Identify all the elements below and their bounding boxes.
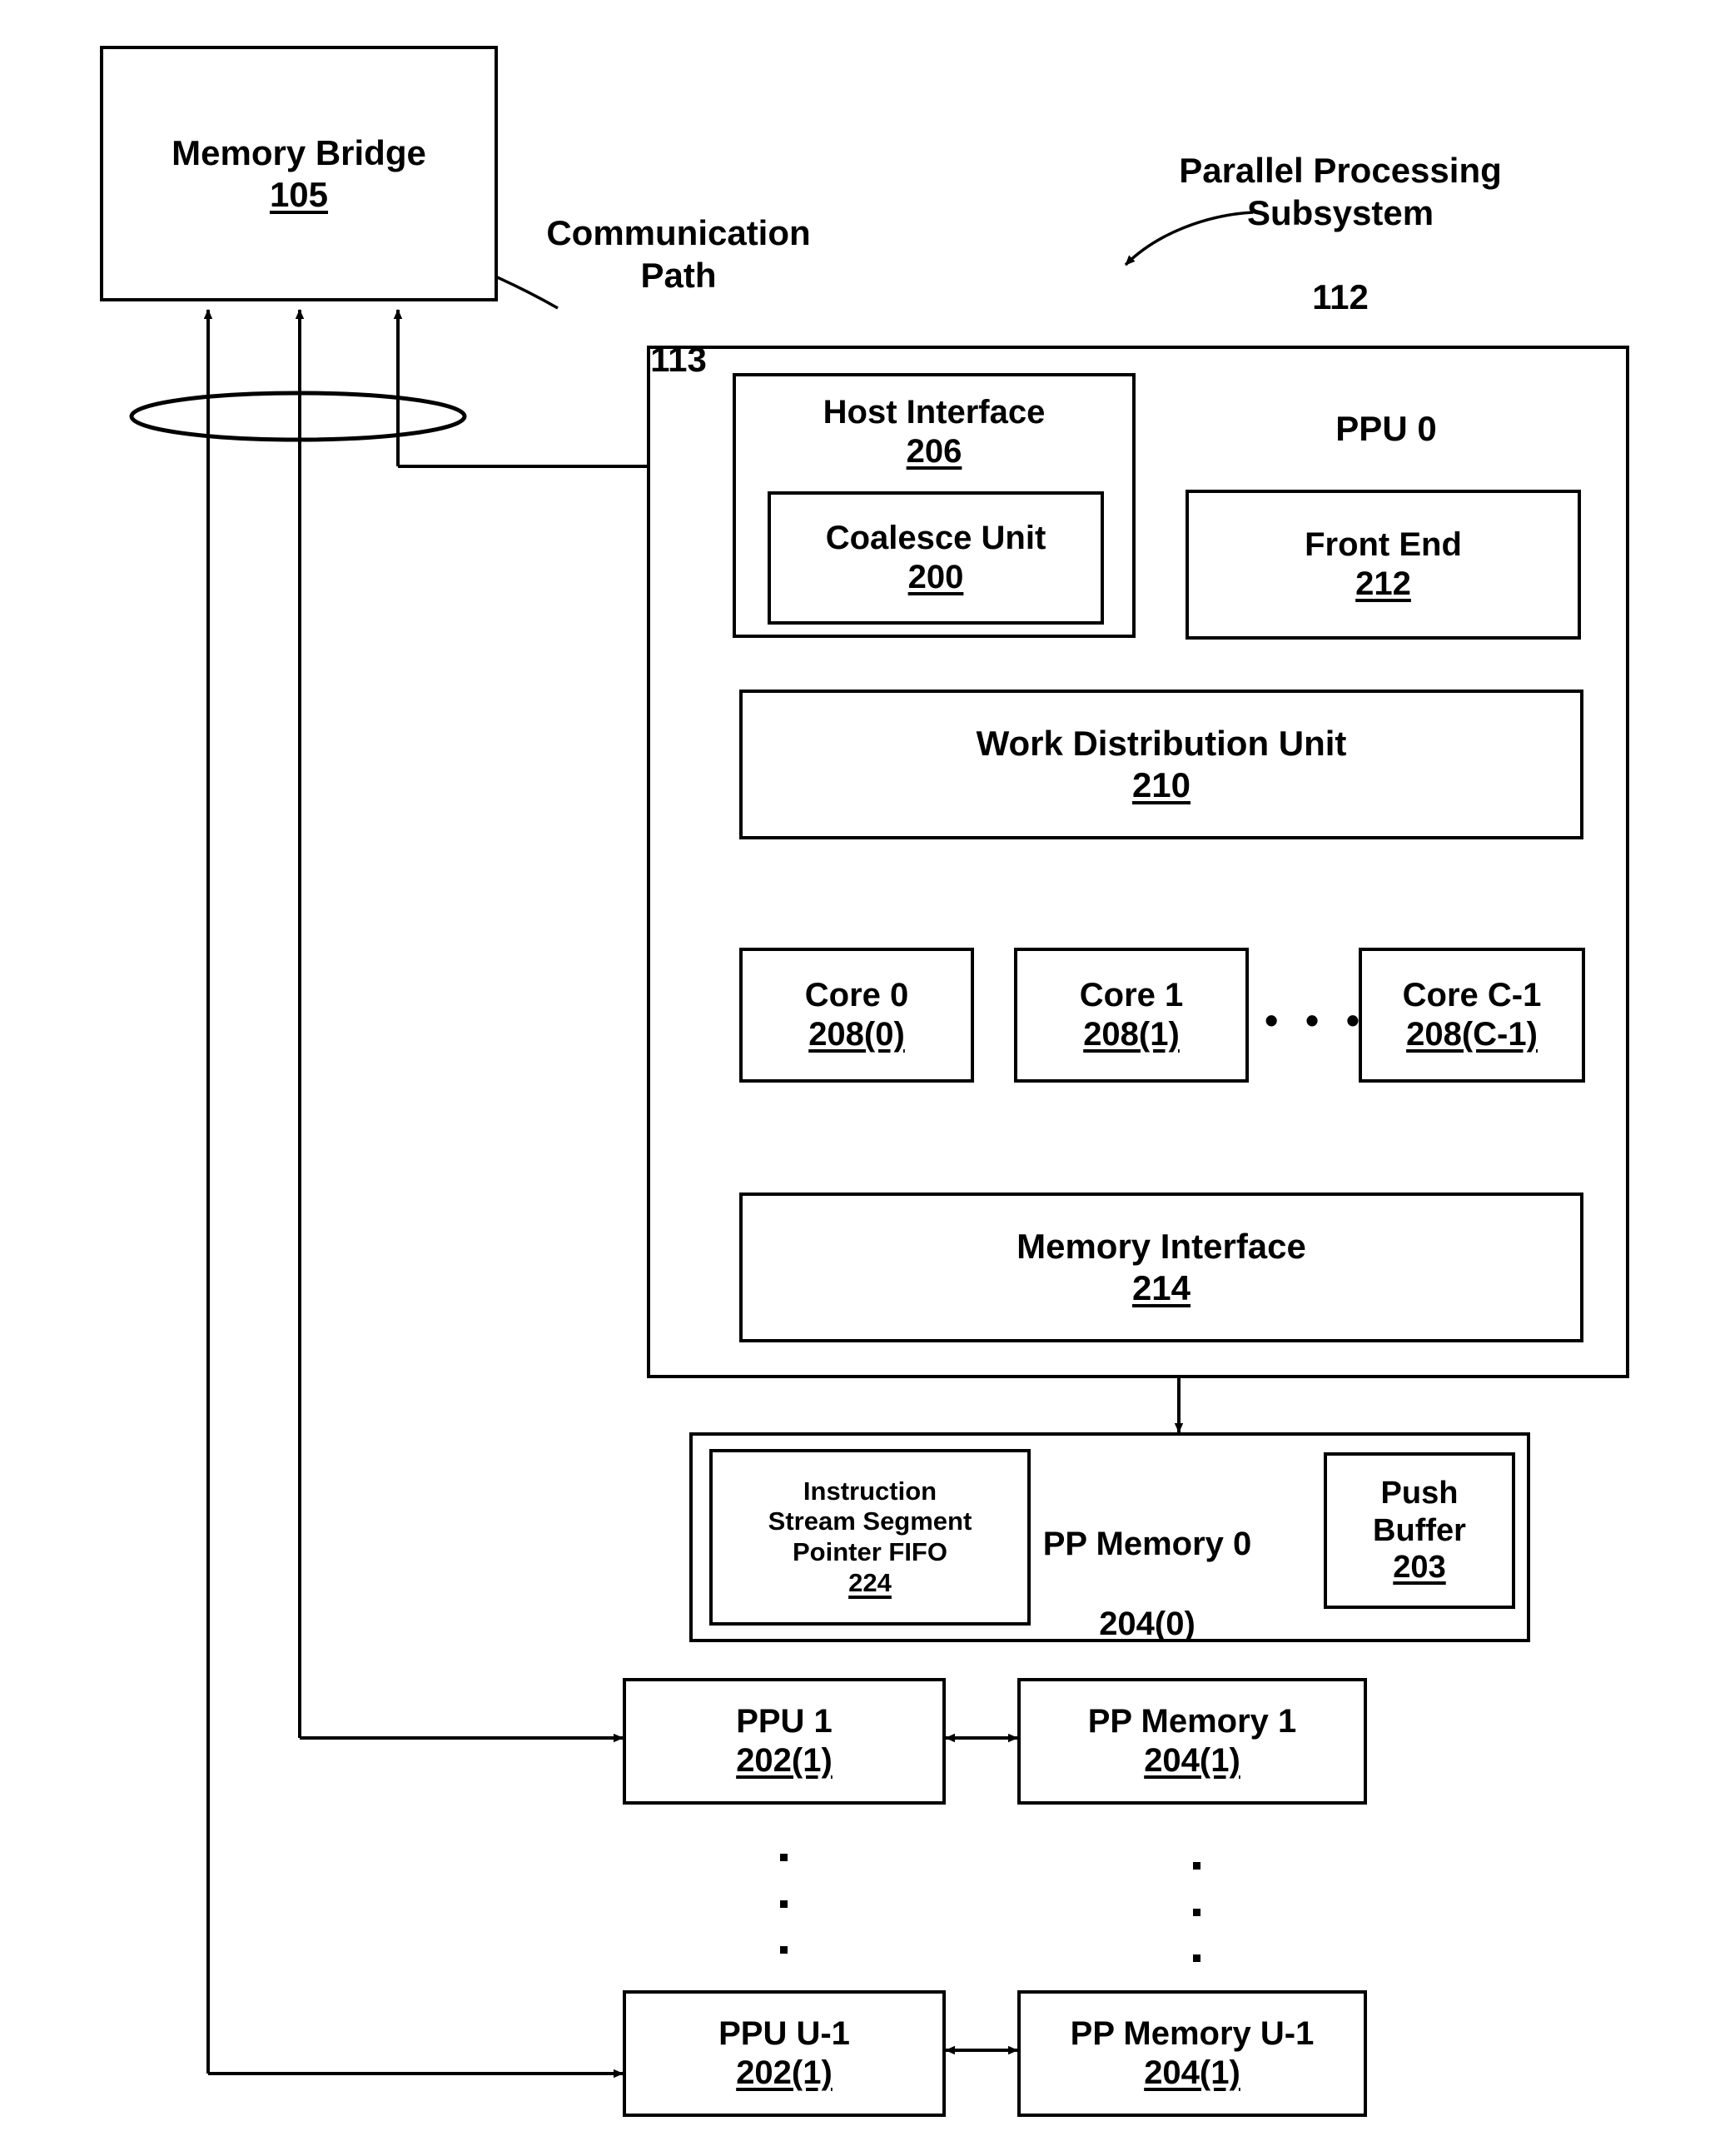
core-0-ref: 208(0)	[808, 1016, 905, 1053]
patent-figure: Memory Bridge 105 PPU 0 202(0) Host Inte…	[0, 0, 1710, 2156]
pp-memory-0-ref: 204(0)	[1099, 1606, 1196, 1642]
ppu-1-ref: 202(1)	[736, 1742, 833, 1779]
ppu-1-label: PPU 1	[736, 1702, 833, 1740]
ellipsis-dot	[779, 1854, 788, 1861]
core-1-block: Core 1 208(1)	[1014, 948, 1249, 1083]
push-buffer-ref: 203	[1393, 1550, 1446, 1586]
ellipsis-dot	[1192, 1954, 1200, 1962]
coalesce-unit-ref: 200	[907, 559, 964, 595]
coalesce-unit-block: Coalesce Unit 200	[768, 491, 1104, 625]
pp-memory-1-label: PP Memory 1	[1087, 1702, 1297, 1740]
instruction-stream-fifo-ref: 224	[848, 1567, 892, 1597]
pp-memory-u-minus-1-label: PP Memory U-1	[1070, 2014, 1315, 2052]
instruction-stream-fifo-label: Instruction Stream Segment Pointer FIFO	[768, 1476, 972, 1566]
work-distribution-unit-ref: 210	[1131, 765, 1191, 804]
core-c-minus-1-block: Core C-1 208(C-1)	[1359, 948, 1585, 1083]
pp-subsystem-label: Parallel Processing Subsystem	[1179, 151, 1502, 232]
core-c-minus-1-label: Core C-1	[1402, 976, 1542, 1013]
ellipsis-dot	[1192, 1908, 1200, 1916]
memory-bridge-label: Memory Bridge	[171, 132, 426, 172]
communication-path-ellipse	[129, 391, 467, 442]
pp-memory-u-minus-1-block: PP Memory U-1 204(1)	[1017, 1990, 1367, 2117]
coalesce-unit-label: Coalesce Unit	[825, 519, 1046, 556]
ellipsis-dot	[779, 1946, 788, 1954]
pp-memory-1-block: PP Memory 1 204(1)	[1017, 1678, 1367, 1805]
ppu-u-minus-1-label: PPU U-1	[718, 2014, 850, 2052]
pp-memory-0-label: PP Memory 0	[1042, 1526, 1252, 1562]
instruction-stream-fifo-block: Instruction Stream Segment Pointer FIFO …	[709, 1449, 1031, 1626]
pp-memory-1-ref: 204(1)	[1144, 1742, 1240, 1779]
memory-bridge-ref: 105	[269, 174, 329, 214]
ellipsis-dot	[1192, 1862, 1200, 1870]
host-interface-ref: 206	[906, 433, 962, 471]
pp-memory-0-text: PP Memory 0 204(0)	[1039, 1484, 1255, 1684]
core-ellipsis: • • •	[1265, 998, 1368, 1042]
work-distribution-unit-block: Work Distribution Unit 210	[739, 690, 1583, 839]
memory-bridge-block: Memory Bridge 105	[100, 46, 498, 301]
memory-interface-ref: 214	[1131, 1268, 1191, 1307]
communication-path-annotation: Communication Path 113	[516, 171, 841, 422]
communication-path-label: Communication Path	[546, 213, 811, 295]
ppu-1-block: PPU 1 202(1)	[623, 1678, 946, 1805]
core-1-ref: 208(1)	[1083, 1016, 1180, 1053]
core-1-label: Core 1	[1079, 976, 1184, 1013]
pp-subsystem-ref: 112	[1312, 276, 1369, 316]
front-end-block: Front End 212	[1186, 490, 1581, 640]
ellipsis-dot	[779, 1900, 788, 1908]
front-end-ref: 212	[1355, 565, 1411, 602]
memory-interface-block: Memory Interface 214	[739, 1193, 1583, 1342]
pp-memory-u-minus-1-ref: 204(1)	[1144, 2054, 1240, 2091]
memory-interface-label: Memory Interface	[1017, 1227, 1306, 1267]
core-0-block: Core 0 208(0)	[739, 948, 974, 1083]
ppu0-label: PPU 0	[1335, 409, 1437, 449]
ppu-u-minus-1-block: PPU U-1 202(1)	[623, 1990, 946, 2117]
ppu-vertical-ellipsis	[779, 1854, 788, 1954]
work-distribution-unit-label: Work Distribution Unit	[976, 724, 1347, 764]
communication-path-ref: 113	[650, 339, 707, 379]
core-c-minus-1-ref: 208(C-1)	[1406, 1016, 1538, 1053]
host-interface-label: Host Interface	[823, 394, 1046, 431]
pp-memory-vertical-ellipsis	[1192, 1862, 1200, 1962]
ppu-u-minus-1-ref: 202(1)	[736, 2054, 833, 2091]
pp-subsystem-annotation: Parallel Processing Subsystem 112	[1124, 108, 1557, 360]
push-buffer-block: Push Buffer 203	[1324, 1452, 1515, 1609]
front-end-label: Front End	[1305, 525, 1462, 563]
push-buffer-label: Push Buffer	[1373, 1475, 1466, 1548]
core-0-label: Core 0	[804, 976, 909, 1013]
